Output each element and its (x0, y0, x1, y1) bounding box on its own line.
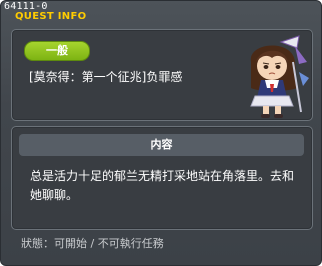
quest-status: 狀態：可開始 / 不可執行任務 (21, 237, 164, 250)
quest-content-panel: 内容 总是活力十足的郁兰无精打采地站在角落里。去和她聊聊。 (11, 126, 313, 230)
npc-portrait-icon (250, 35, 309, 118)
quest-category-badge: 一般 (24, 41, 90, 61)
quest-summary-panel: 一般 [莫奈得：第一个征兆]负罪感 (11, 29, 313, 121)
quest-name: [莫奈得：第一个征兆]负罪感 (29, 70, 183, 84)
window-title: QUEST INFO (15, 11, 87, 22)
content-header: 内容 (19, 134, 304, 156)
content-text: 总是活力十足的郁兰无精打采地站在角落里。去和她聊聊。 (30, 169, 295, 202)
quest-info-window: 64111-0 QUEST INFO 一般 [莫奈得：第一个征兆]负罪感 内容 … (0, 0, 322, 266)
